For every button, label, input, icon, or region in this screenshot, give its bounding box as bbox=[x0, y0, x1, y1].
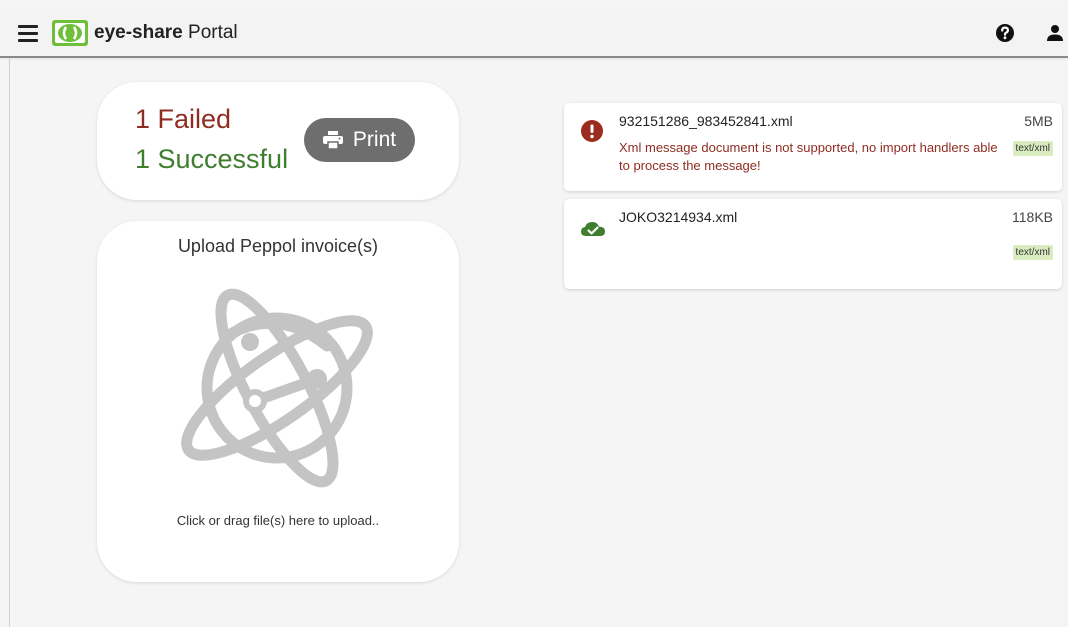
file-size: 5MB bbox=[1024, 113, 1053, 129]
hamburger-menu-icon[interactable] bbox=[18, 25, 38, 42]
left-panel-border bbox=[9, 58, 10, 627]
file-name: JOKO3214934.xml bbox=[619, 209, 738, 225]
successful-count: 1 Successful bbox=[135, 144, 289, 174]
cloud-check-icon bbox=[581, 222, 605, 236]
mime-type-badge: text/xml bbox=[1012, 141, 1053, 156]
user-account-icon[interactable] bbox=[1044, 23, 1066, 43]
file-result-item: JOKO3214934.xml 118KB text/xml bbox=[564, 199, 1062, 289]
help-circle-icon[interactable] bbox=[995, 23, 1015, 43]
upload-dropzone[interactable]: Upload Peppol invoice(s) Click or drag f… bbox=[97, 221, 459, 582]
peppol-network-globe-icon bbox=[181, 288, 373, 488]
print-button-label: Print bbox=[352, 128, 397, 151]
file-name: 932151286_983452841.xml bbox=[619, 113, 793, 129]
upload-hint: Click or drag file(s) here to upload.. bbox=[176, 513, 380, 528]
app-title: eye-share Portal bbox=[94, 22, 238, 44]
app-suffix: Portal bbox=[188, 22, 238, 43]
printer-icon bbox=[322, 131, 343, 149]
upload-title: Upload Peppol invoice(s) bbox=[177, 236, 379, 256]
file-result-item: 932151286_983452841.xml 5MB Xml message … bbox=[564, 103, 1062, 191]
app-brand-name: eye-share bbox=[94, 22, 183, 43]
error-message: Xml message document is not supported, n… bbox=[619, 140, 998, 173]
failed-count: 1 Failed bbox=[135, 104, 232, 134]
print-button[interactable]: Print bbox=[304, 118, 415, 162]
file-size: 118KB bbox=[1012, 209, 1053, 225]
mime-type-badge: text/xml bbox=[1012, 245, 1053, 260]
top-app-bar: eye-share Portal bbox=[0, 10, 1068, 58]
upload-summary-card: 1 Failed 1 Successful Print bbox=[97, 82, 459, 200]
error-circle-icon bbox=[581, 120, 603, 142]
eye-share-logo[interactable] bbox=[52, 20, 88, 46]
